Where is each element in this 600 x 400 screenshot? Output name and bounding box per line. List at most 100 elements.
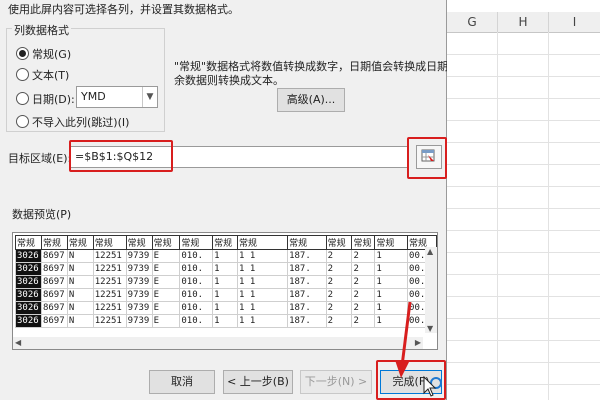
column-format-title: 列数据格式	[12, 22, 71, 38]
preview-row: 3026 8697 N 12251 9739 E 010. 1 1 1 187.…	[15, 288, 437, 302]
preview-cell: 2	[325, 262, 353, 276]
preview-header-cell: 常规	[92, 235, 127, 250]
radio-date-label[interactable]: 日期(D):	[32, 91, 75, 107]
preview-header-cell: 常规	[151, 235, 181, 250]
preview-cell: 010.	[179, 275, 214, 289]
grid-line	[447, 186, 600, 187]
preview-cell: 8697	[40, 314, 68, 328]
radio-general-dot[interactable]	[16, 47, 29, 60]
preview-cell: E	[151, 249, 181, 263]
preview-horizontal-scrollbar[interactable]: ◀ ▶	[13, 337, 423, 349]
grid-line	[447, 208, 600, 209]
preview-cell: 1 1	[236, 249, 289, 263]
grid-line	[447, 252, 600, 253]
preview-header-cell: 常规	[15, 235, 42, 250]
preview-cell: 1	[212, 262, 238, 276]
preview-cell: 9739	[125, 301, 153, 315]
radio-skip-dot[interactable]	[16, 115, 29, 128]
preview-cell: E	[151, 301, 181, 315]
preview-cell: 010.	[179, 314, 214, 328]
preview-cell: 1 1	[236, 314, 289, 328]
grid-line	[497, 32, 498, 400]
preview-cell: 9739	[125, 288, 153, 302]
preview-cell: 3026	[15, 288, 42, 302]
preview-cell: 187.	[287, 301, 327, 315]
preview-cell: 2	[325, 314, 353, 328]
destination-label: 目标区域(E):	[8, 152, 72, 165]
collapse-button-highlight-box	[407, 137, 447, 179]
scroll-up-icon[interactable]: ▲	[427, 247, 433, 256]
preview-cell: 1 1	[236, 275, 289, 289]
preview-cell: 12251	[92, 262, 127, 276]
chevron-down-icon[interactable]: ▼	[142, 87, 157, 107]
radio-general-label[interactable]: 常规(G)	[32, 46, 71, 62]
next-button[interactable]: 下一步(N) >	[300, 370, 372, 394]
radio-date-dot[interactable]	[16, 92, 29, 105]
scroll-left-icon[interactable]: ◀	[15, 338, 21, 347]
preview-cell: 187.	[287, 249, 327, 263]
preview-cell-part: 1	[239, 277, 245, 287]
back-button[interactable]: < 上一步(B)	[223, 370, 293, 394]
preview-header-cell: 常规	[287, 235, 327, 250]
preview-cell: 12251	[92, 275, 127, 289]
preview-cell: N	[66, 275, 94, 289]
preview-header-cell: 常规	[351, 235, 376, 250]
mouse-pointer-icon	[423, 375, 442, 397]
radio-skip-label[interactable]: 不导入此列(跳过)(I)	[32, 114, 129, 130]
preview-cell: 3026	[15, 275, 42, 289]
preview-cell: 2	[325, 301, 353, 315]
preview-header-cell: 常规	[179, 235, 214, 250]
preview-cell: 3026	[15, 262, 42, 276]
preview-cell: 1 1	[236, 301, 289, 315]
preview-cell-part: 1	[239, 264, 245, 274]
preview-cell: 010.	[179, 301, 214, 315]
spreadsheet-area[interactable]: G H I	[447, 0, 600, 400]
column-header-g[interactable]: G	[447, 12, 498, 33]
preview-cell: 1	[212, 288, 238, 302]
cancel-button[interactable]: 取消	[149, 370, 215, 394]
preview-cell: N	[66, 314, 94, 328]
preview-header-cell: 常规	[325, 235, 353, 250]
grid-line	[447, 384, 600, 385]
preview-cell: 8697	[40, 249, 68, 263]
radio-text-dot[interactable]	[16, 68, 29, 81]
scroll-down-icon[interactable]: ▼	[427, 324, 433, 333]
preview-header-cell: 常规	[236, 235, 289, 250]
preview-cell: 1	[212, 275, 238, 289]
preview-cell: 3026	[15, 301, 42, 315]
preview-row: 3026 8697 N 12251 9739 E 010. 1 1 1 187.…	[15, 275, 437, 289]
preview-cell: 12251	[92, 301, 127, 315]
grid-line	[447, 54, 600, 55]
preview-header-cell: 常规	[212, 235, 238, 250]
preview-cell: 187.	[287, 314, 327, 328]
format-description-line-2: 余数据则转换成文本。	[174, 74, 284, 87]
column-header-h[interactable]: H	[498, 12, 549, 33]
preview-cell: 2	[325, 275, 353, 289]
preview-cell-part: 1	[249, 303, 256, 313]
advanced-button[interactable]: 高级(A)...	[277, 88, 345, 112]
preview-cell: 2	[351, 262, 376, 276]
grid-line	[447, 98, 600, 99]
preview-row: 3026 8697 N 12251 9739 E 010. 1 1 1 187.…	[15, 262, 437, 276]
preview-cell: E	[151, 288, 181, 302]
preview-cell: 2	[351, 275, 376, 289]
radio-text-label[interactable]: 文本(T)	[32, 67, 69, 83]
preview-vertical-scrollbar[interactable]: ▲ ▼	[425, 247, 437, 333]
preview-cell: 187.	[287, 262, 327, 276]
preview-cell: 2	[325, 249, 353, 263]
date-format-select[interactable]: YMD ▼	[76, 86, 158, 108]
preview-cell: 010.	[179, 262, 214, 276]
preview-cell: N	[66, 301, 94, 315]
destination-highlight-box	[69, 140, 173, 172]
preview-label: 数据预览(P)	[12, 208, 72, 221]
column-header-i[interactable]: I	[549, 12, 600, 33]
preview-cell-part: 1	[239, 316, 245, 326]
preview-cell-part: 1	[249, 264, 256, 274]
grid-line	[447, 296, 600, 297]
grid-line	[447, 340, 600, 341]
preview-header-cell: 常规	[40, 235, 68, 250]
data-preview-pane[interactable]: 常规 常规 常规 常规 常规 常规 常规 常规 常规 常规 常规 常规 常规 常…	[12, 232, 438, 350]
preview-cell: 187.	[287, 288, 327, 302]
preview-cell: 8697	[40, 262, 68, 276]
preview-cell: 9739	[125, 275, 153, 289]
